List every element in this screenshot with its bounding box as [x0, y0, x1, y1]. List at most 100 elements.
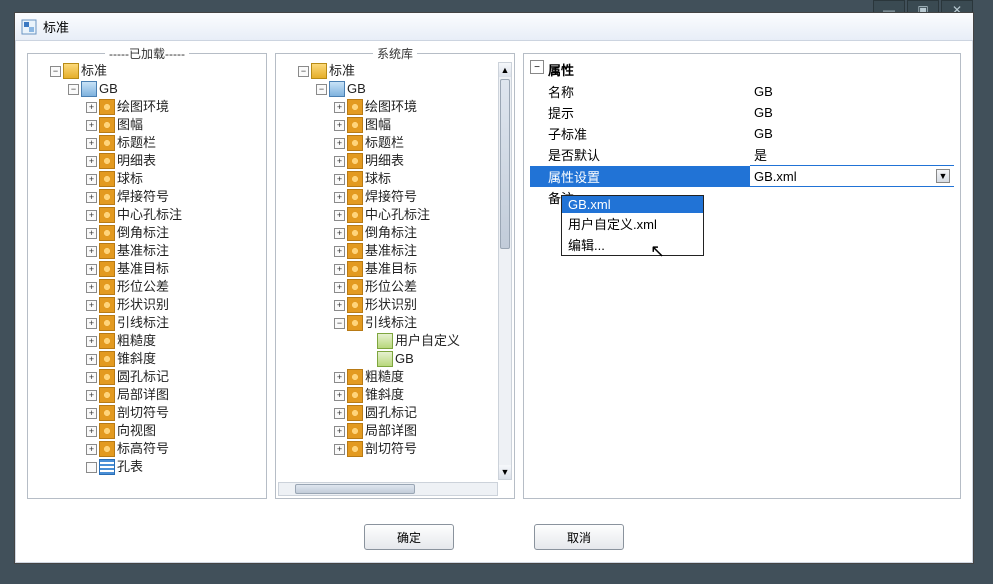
expand-icon[interactable]: +: [334, 282, 345, 293]
dropdown-option[interactable]: GB.xml: [562, 196, 703, 213]
expand-icon[interactable]: +: [86, 336, 97, 347]
property-row[interactable]: 子标准 GB: [530, 123, 954, 144]
expand-icon[interactable]: +: [334, 372, 345, 383]
scroll-up-icon[interactable]: ▲: [499, 63, 511, 77]
expand-icon[interactable]: +: [86, 300, 97, 311]
dropdown-option[interactable]: 用户自定义.xml: [562, 213, 703, 234]
tree-item[interactable]: + 基准目标: [334, 260, 496, 278]
expand-icon[interactable]: +: [86, 210, 97, 221]
property-value[interactable]: [750, 187, 954, 208]
tree-gb[interactable]: − GB: [68, 80, 262, 98]
tree-item[interactable]: 用户自定义: [364, 332, 496, 350]
tree-item[interactable]: + 球标: [334, 170, 496, 188]
expand-icon[interactable]: +: [334, 426, 345, 437]
property-group-header[interactable]: − 属性: [530, 60, 954, 79]
tree-item[interactable]: + 锥斜度: [86, 350, 262, 368]
tree-item[interactable]: + 局部详图: [86, 386, 262, 404]
library-tree[interactable]: − 标准 − GB +: [280, 62, 496, 480]
expand-icon[interactable]: +: [86, 318, 97, 329]
collapse-icon[interactable]: −: [68, 84, 79, 95]
scroll-down-icon[interactable]: ▼: [499, 465, 511, 479]
tree-item[interactable]: + 标题栏: [86, 134, 262, 152]
tree-item[interactable]: + 基准标注: [334, 242, 496, 260]
collapse-icon[interactable]: −: [298, 66, 309, 77]
tree-item[interactable]: + 粗糙度: [334, 368, 496, 386]
expand-icon[interactable]: +: [86, 372, 97, 383]
tree-item[interactable]: + 形状识别: [334, 296, 496, 314]
tree-item[interactable]: + 标题栏: [334, 134, 496, 152]
tree-leader[interactable]: − 引线标注: [334, 314, 496, 332]
property-value[interactable]: GB.xml▼: [750, 166, 954, 187]
property-value[interactable]: GB: [750, 123, 954, 144]
dropdown-option[interactable]: 编辑...: [562, 234, 703, 255]
tree-item[interactable]: + 倒角标注: [334, 224, 496, 242]
tree-item[interactable]: GB: [364, 350, 496, 368]
tree-item[interactable]: + 圆孔标记: [334, 404, 496, 422]
expand-icon[interactable]: +: [86, 246, 97, 257]
expand-icon[interactable]: +: [334, 444, 345, 455]
expand-icon[interactable]: +: [86, 444, 97, 455]
tree-item[interactable]: + 引线标注: [86, 314, 262, 332]
expand-icon[interactable]: +: [334, 300, 345, 311]
tree-item[interactable]: + 图幅: [86, 116, 262, 134]
expand-icon[interactable]: +: [334, 228, 345, 239]
tree-item[interactable]: + 标高符号: [86, 440, 262, 458]
expand-icon[interactable]: +: [334, 210, 345, 221]
property-row[interactable]: 名称 GB: [530, 81, 954, 102]
tree-item[interactable]: + 剖切符号: [334, 440, 496, 458]
tree-item[interactable]: + 剖切符号: [86, 404, 262, 422]
scroll-thumb[interactable]: [500, 79, 510, 249]
group-collapse-icon[interactable]: −: [530, 60, 544, 74]
tree-item[interactable]: + 圆孔标记: [86, 368, 262, 386]
expand-icon[interactable]: +: [86, 282, 97, 293]
loaded-tree[interactable]: − 标准 − GB +: [32, 62, 262, 494]
tree-item[interactable]: + 绘图环境: [334, 98, 496, 116]
expand-icon[interactable]: +: [86, 192, 97, 203]
tree-item[interactable]: + 锥斜度: [334, 386, 496, 404]
expand-icon[interactable]: +: [86, 120, 97, 131]
tree-item[interactable]: + 焊接符号: [86, 188, 262, 206]
expand-icon[interactable]: +: [86, 408, 97, 419]
expand-icon[interactable]: +: [334, 120, 345, 131]
dropdown-arrow-icon[interactable]: ▼: [936, 169, 950, 183]
dialog-titlebar[interactable]: 标准: [15, 13, 973, 41]
tree-item[interactable]: + 形位公差: [334, 278, 496, 296]
tree-item[interactable]: + 焊接符号: [334, 188, 496, 206]
expand-icon[interactable]: +: [334, 264, 345, 275]
property-row[interactable]: 提示 GB: [530, 102, 954, 123]
cancel-button[interactable]: 取消: [534, 524, 624, 550]
tree-item[interactable]: + 明细表: [86, 152, 262, 170]
tree-item[interactable]: 孔表: [86, 458, 262, 476]
property-row[interactable]: 是否默认 是: [530, 144, 954, 166]
expand-icon[interactable]: +: [86, 426, 97, 437]
collapse-icon[interactable]: −: [334, 318, 345, 329]
property-value[interactable]: GB: [750, 81, 954, 102]
tree-item[interactable]: + 明细表: [334, 152, 496, 170]
tree-item[interactable]: + 中心孔标注: [86, 206, 262, 224]
tree-item[interactable]: + 粗糙度: [86, 332, 262, 350]
property-value[interactable]: GB: [750, 102, 954, 123]
property-value[interactable]: 是: [750, 144, 954, 166]
expand-icon[interactable]: +: [334, 174, 345, 185]
tree-item[interactable]: + 球标: [86, 170, 262, 188]
expand-icon[interactable]: +: [86, 138, 97, 149]
tree-root[interactable]: − 标准: [298, 62, 496, 80]
collapse-icon[interactable]: −: [50, 66, 61, 77]
expand-icon[interactable]: +: [86, 228, 97, 239]
tree-root[interactable]: − 标准: [50, 62, 262, 80]
tree-gb[interactable]: − GB: [316, 80, 496, 98]
expand-icon[interactable]: [86, 462, 97, 473]
horizontal-scrollbar[interactable]: [278, 482, 498, 496]
ok-button[interactable]: 确定: [364, 524, 454, 550]
tree-item[interactable]: + 倒角标注: [86, 224, 262, 242]
scroll-thumb[interactable]: [295, 484, 415, 494]
expand-icon[interactable]: +: [86, 102, 97, 113]
expand-icon[interactable]: +: [86, 174, 97, 185]
tree-item[interactable]: + 基准目标: [86, 260, 262, 278]
tree-item[interactable]: + 绘图环境: [86, 98, 262, 116]
expand-icon[interactable]: +: [86, 354, 97, 365]
property-value-dropdown[interactable]: GB.xml用户自定义.xml编辑...: [561, 195, 704, 256]
tree-item[interactable]: + 图幅: [334, 116, 496, 134]
expand-icon[interactable]: +: [86, 390, 97, 401]
expand-icon[interactable]: +: [334, 408, 345, 419]
